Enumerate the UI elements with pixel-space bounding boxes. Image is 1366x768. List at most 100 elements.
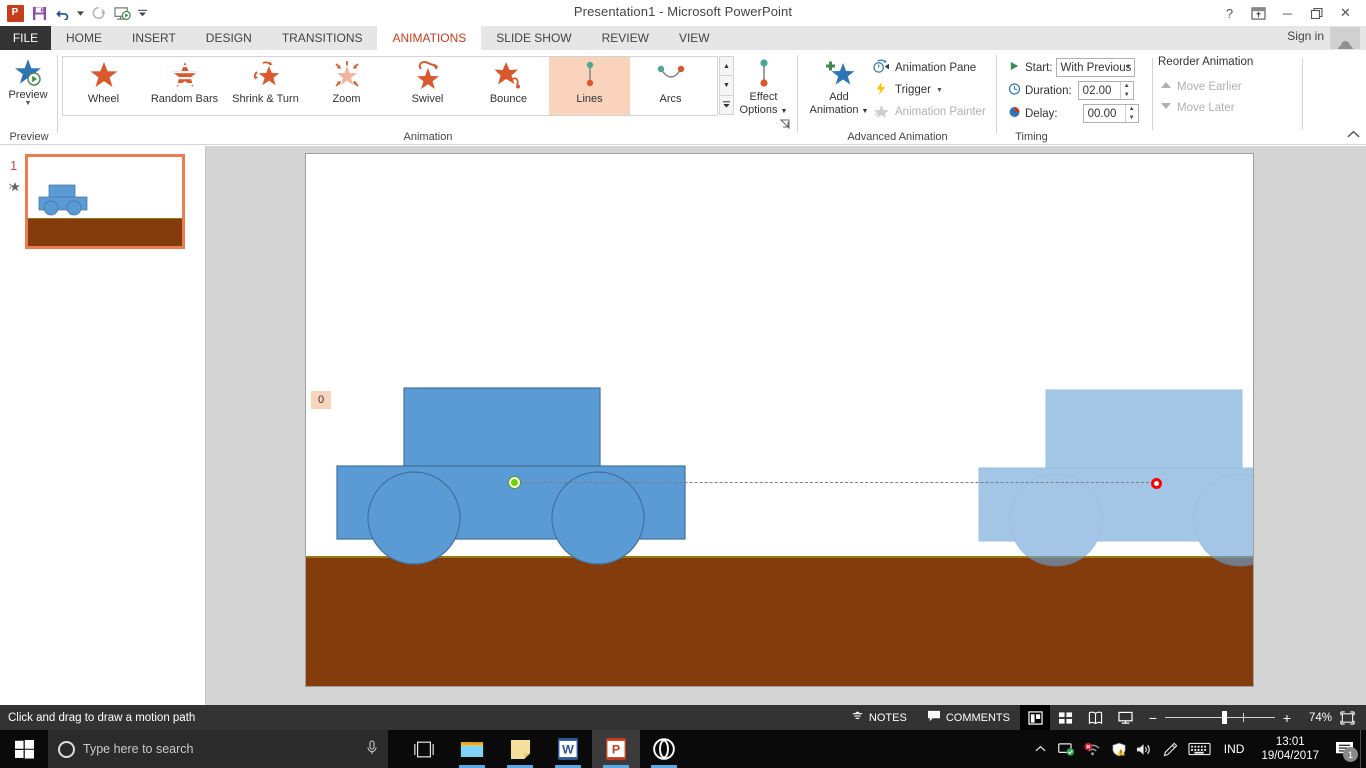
tab-animations[interactable]: ANIMATIONS xyxy=(377,26,482,50)
notifications-button[interactable]: 1 xyxy=(1328,730,1360,768)
delay-stepper[interactable]: ▲ ▼ xyxy=(1124,105,1138,123)
volume-icon[interactable] xyxy=(1132,730,1158,768)
word-icon[interactable]: W xyxy=(544,730,592,768)
file-explorer-icon[interactable] xyxy=(448,730,496,768)
security-warning-icon[interactable] xyxy=(1106,730,1132,768)
motion-path-line[interactable] xyxy=(514,482,1154,483)
normal-view-button[interactable] xyxy=(1020,705,1050,730)
preview-dropdown-caret-icon[interactable]: ▼ xyxy=(25,100,32,107)
tab-insert[interactable]: INSERT xyxy=(117,26,191,50)
animation-random-bars[interactable]: Random Bars xyxy=(144,57,225,115)
thumbnail-car-shape xyxy=(38,183,100,223)
ribbon-display-options-icon[interactable] xyxy=(1244,3,1273,23)
effect-options-label: Effect Options ▼ xyxy=(739,91,788,116)
powerpoint-icon[interactable]: P xyxy=(592,730,640,768)
taskbar-apps: W P xyxy=(400,730,688,768)
tab-review[interactable]: REVIEW xyxy=(587,26,664,50)
screen-snip-icon[interactable] xyxy=(1054,730,1080,768)
search-input[interactable]: Type here to search xyxy=(48,730,388,768)
fit-slide-to-window-button[interactable] xyxy=(1332,705,1362,730)
chevron-up-icon[interactable] xyxy=(1028,730,1054,768)
duration-stepper[interactable]: ▲ ▼ xyxy=(1119,82,1133,100)
ribbon: Preview ▼ Preview Wheel Random Bars Shri… xyxy=(0,50,1366,145)
preview-button[interactable]: Preview ▼ xyxy=(4,55,52,131)
slide-sorter-view-button[interactable] xyxy=(1050,705,1080,730)
zoom-slider[interactable] xyxy=(1165,711,1275,724)
network-error-icon[interactable] xyxy=(1080,730,1106,768)
animation-wheel-label: Wheel xyxy=(87,93,120,105)
duration-decrement[interactable]: ▼ xyxy=(1121,91,1133,100)
zoom-control: − + xyxy=(1140,710,1300,726)
animation-shrink-turn[interactable]: Shrink & Turn xyxy=(225,57,306,115)
touch-keyboard-icon[interactable] xyxy=(1184,730,1216,768)
pen-icon[interactable] xyxy=(1158,730,1184,768)
duration-field[interactable]: 02.00 ▲ ▼ xyxy=(1077,81,1134,100)
gallery-scroll-up-button[interactable]: ▲ xyxy=(719,56,734,77)
gallery-more-button[interactable] xyxy=(719,94,734,115)
add-animation-button[interactable]: Add Animation ▼ xyxy=(804,55,874,131)
help-icon[interactable]: ? xyxy=(1215,3,1244,23)
sign-in-link[interactable]: Sign in xyxy=(1287,29,1324,43)
delay-row: Delay: 00.00 ▲ ▼ xyxy=(1008,102,1139,125)
animation-sequence-tag[interactable]: 0 xyxy=(311,391,331,409)
collapse-ribbon-button[interactable] xyxy=(1347,130,1360,142)
animation-wheel[interactable]: Wheel xyxy=(63,57,144,115)
motion-path-lines-icon xyxy=(573,60,607,92)
trigger-button[interactable]: Trigger ▼ xyxy=(870,79,995,101)
start-select[interactable]: With Previous ▼ xyxy=(1056,58,1136,77)
zoom-level-label[interactable]: 74% xyxy=(1300,712,1332,724)
slide-thumbnail-1[interactable] xyxy=(25,154,185,249)
group-separator xyxy=(1302,58,1303,130)
show-desktop-button[interactable] xyxy=(1360,730,1366,768)
comments-button[interactable]: COMMENTS xyxy=(917,705,1020,730)
slide-editing-surface[interactable]: 0 xyxy=(305,153,1254,687)
delay-increment[interactable]: ▲ xyxy=(1126,105,1138,114)
animation-star-icon[interactable] xyxy=(9,180,21,192)
tab-design[interactable]: DESIGN xyxy=(191,26,267,50)
close-button[interactable]: ✕ xyxy=(1331,3,1360,23)
duration-increment[interactable]: ▲ xyxy=(1121,82,1133,91)
tab-transitions[interactable]: TRANSITIONS xyxy=(267,26,378,50)
slide-show-view-button[interactable] xyxy=(1110,705,1140,730)
opera-icon[interactable] xyxy=(640,730,688,768)
animation-bounce[interactable]: Bounce xyxy=(468,57,549,115)
zoom-in-button[interactable]: + xyxy=(1282,710,1292,726)
animation-arcs[interactable]: Arcs xyxy=(630,57,711,115)
svg-text:W: W xyxy=(562,742,574,756)
language-indicator[interactable]: IND xyxy=(1216,730,1253,768)
avatar[interactable] xyxy=(1330,27,1360,49)
animation-zoom[interactable]: Zoom xyxy=(306,57,387,115)
delay-field[interactable]: 00.00 ▲ ▼ xyxy=(1082,104,1139,123)
animation-random-bars-label: Random Bars xyxy=(150,93,219,105)
zoom-out-button[interactable]: − xyxy=(1148,710,1158,726)
system-tray: IND 13:01 19/04/2017 1 xyxy=(1028,730,1366,768)
animation-lines[interactable]: Lines xyxy=(549,57,630,115)
comments-label: COMMENTS xyxy=(945,711,1010,724)
tab-file[interactable]: FILE xyxy=(0,26,51,50)
tab-home[interactable]: HOME xyxy=(51,26,117,50)
animation-swivel[interactable]: Swivel xyxy=(387,57,468,115)
sticky-notes-icon[interactable] xyxy=(496,730,544,768)
animation-painter-button: Animation Painter xyxy=(870,101,995,123)
task-view-icon[interactable] xyxy=(400,730,448,768)
reading-view-button[interactable] xyxy=(1080,705,1110,730)
minimize-button[interactable]: ─ xyxy=(1273,3,1302,23)
tab-view[interactable]: VIEW xyxy=(664,26,725,50)
notes-button[interactable]: NOTES xyxy=(841,705,917,730)
slide-canvas-area[interactable]: 0 xyxy=(206,146,1366,705)
trigger-caret-icon[interactable]: ▼ xyxy=(936,87,943,94)
start-button[interactable] xyxy=(0,730,48,768)
slide-number: 1 xyxy=(10,158,18,173)
tab-slide-show[interactable]: SLIDE SHOW xyxy=(481,26,586,50)
animation-pane-button[interactable]: Animation Pane xyxy=(870,57,995,79)
motion-path-end-marker[interactable] xyxy=(1151,478,1162,489)
microphone-icon[interactable] xyxy=(366,739,378,759)
delay-decrement[interactable]: ▼ xyxy=(1126,114,1138,123)
zoom-slider-handle[interactable] xyxy=(1222,711,1227,724)
animation-dialog-launcher[interactable] xyxy=(779,118,790,129)
clock[interactable]: 13:01 19/04/2017 xyxy=(1252,730,1328,768)
advanced-animation-commands: Animation Pane Trigger ▼ Animation Paint… xyxy=(870,57,995,123)
motion-path-start-marker[interactable] xyxy=(509,477,520,488)
gallery-scroll-down-button[interactable]: ▼ xyxy=(719,75,734,96)
restore-button[interactable] xyxy=(1302,3,1331,23)
